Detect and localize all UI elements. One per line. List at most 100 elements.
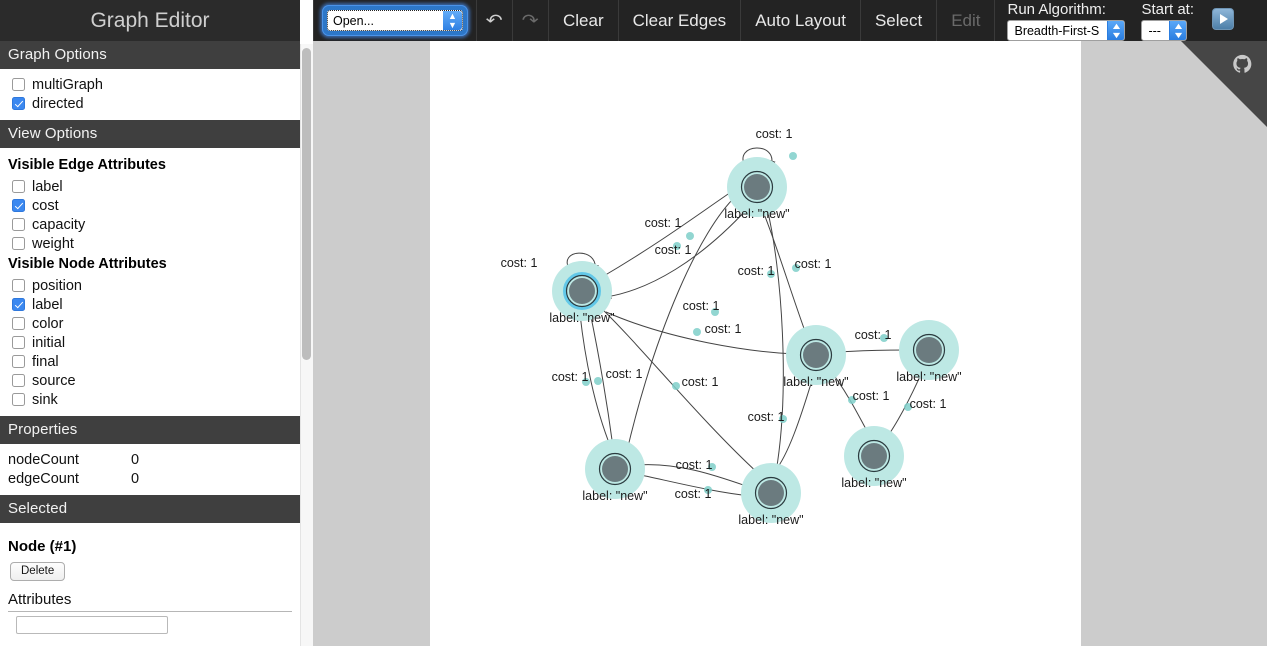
node-color-checkbox[interactable]: [12, 317, 25, 330]
checkbox-label-edge-capacity: capacity: [32, 216, 86, 233]
clear-button[interactable]: Clear: [549, 0, 619, 41]
node-label: label: "new": [738, 513, 803, 527]
run-algorithm-play-button[interactable]: [1212, 8, 1235, 30]
checkbox-label-multigraph: multiGraph: [32, 76, 103, 93]
edit-mode-button[interactable]: Edit: [937, 0, 996, 41]
undo-button[interactable]: ↶: [477, 0, 513, 41]
checkbox-row-edge-label[interactable]: label: [0, 177, 300, 196]
node-core[interactable]: [916, 337, 942, 363]
open-select-inner[interactable]: Open... ▲ ▼: [327, 10, 463, 31]
node-label: label: "new": [783, 375, 848, 389]
section-header-selected: Selected: [0, 495, 300, 523]
view-options-body: Visible Edge Attributes label cost capac…: [0, 148, 300, 416]
node-source-checkbox[interactable]: [12, 374, 25, 387]
github-corner-ribbon[interactable]: [1181, 41, 1267, 127]
node-final-checkbox[interactable]: [12, 355, 25, 368]
node-label-checkbox[interactable]: [12, 298, 25, 311]
node-core[interactable]: [758, 480, 784, 506]
open-file-select[interactable]: Open... ▲ ▼: [322, 5, 468, 36]
checkbox-row-node-label[interactable]: label: [0, 295, 300, 314]
start-at-group: Start at: --- ▲ ▼: [1141, 0, 1194, 41]
checkbox-label-node-position: position: [32, 277, 82, 294]
node-initial-checkbox[interactable]: [12, 336, 25, 349]
node-core[interactable]: [602, 456, 628, 482]
multigraph-checkbox[interactable]: [12, 78, 25, 91]
edge-label: cost: 1: [910, 397, 947, 411]
property-value-nodecount: 0: [131, 451, 140, 468]
open-select-cell: Open... ▲ ▼: [313, 0, 477, 41]
attribute-row[interactable]: [0, 612, 300, 634]
edge-label: cost: 1: [795, 257, 832, 271]
edge-label: cost: 1: [552, 370, 589, 384]
sidebar-scrollbar-thumb[interactable]: [302, 48, 311, 360]
github-corner-icon[interactable]: [1181, 41, 1267, 127]
section-header-view-options: View Options: [0, 120, 300, 148]
checkbox-label-node-label: label: [32, 296, 63, 313]
node-core[interactable]: [861, 443, 887, 469]
run-algorithm-group: Run Algorithm: Breadth-First-S ▲ ▼: [1007, 0, 1126, 41]
canvas-stage[interactable]: label: "new" label: "new" label: "new" labe…: [313, 41, 1267, 646]
open-select-value: Open...: [333, 13, 374, 28]
redo-button[interactable]: ↷: [513, 0, 549, 41]
edge-handle[interactable]: [789, 152, 797, 160]
edge-weight-checkbox[interactable]: [12, 237, 25, 250]
checkbox-row-edge-weight[interactable]: weight: [0, 234, 300, 253]
directed-checkbox[interactable]: [12, 97, 25, 110]
auto-layout-button[interactable]: Auto Layout: [741, 0, 861, 41]
graph-svg[interactable]: label: "new" label: "new" label: "new" labe…: [313, 41, 1267, 646]
node-label: label: "new": [724, 207, 789, 221]
property-key-edgecount: edgeCount: [8, 470, 79, 487]
checkbox-label-edge-weight: weight: [32, 235, 74, 252]
checkbox-row-multigraph[interactable]: multiGraph: [0, 75, 300, 94]
checkbox-row-edge-capacity[interactable]: capacity: [0, 215, 300, 234]
checkbox-label-node-final: final: [32, 353, 59, 370]
delete-button[interactable]: Delete: [10, 562, 66, 581]
clear-edges-button[interactable]: Clear Edges: [619, 0, 742, 41]
page-title: Graph Editor: [0, 0, 300, 41]
edge-handle[interactable]: [686, 232, 694, 240]
edge-line[interactable]: [837, 347, 909, 354]
edge-line[interactable]: [774, 376, 814, 472]
checkbox-row-edge-cost[interactable]: cost: [0, 196, 300, 215]
edge-label: cost: 1: [853, 389, 890, 403]
node-label: label: "new": [582, 489, 647, 503]
node-position-checkbox[interactable]: [12, 279, 25, 292]
section-header-graph-options: Graph Options: [0, 41, 300, 69]
node-core[interactable]: [803, 342, 829, 368]
select-mode-button[interactable]: Select: [861, 0, 938, 41]
edge-line[interactable]: [601, 189, 735, 278]
edge-line[interactable]: [765, 207, 784, 473]
edge-cost-checkbox[interactable]: [12, 199, 25, 212]
algorithm-select[interactable]: Breadth-First-S ▲ ▼: [1007, 20, 1126, 41]
edge-handle[interactable]: [693, 328, 701, 336]
checkbox-row-node-position[interactable]: position: [0, 276, 300, 295]
checkbox-label-edge-label: label: [32, 178, 63, 195]
checkbox-label-node-source: source: [32, 372, 76, 389]
graph-editor-app: Graph Editor Graph Options multiGraph di…: [0, 0, 1267, 646]
node-label: label: "new": [841, 476, 906, 490]
checkbox-row-node-color[interactable]: color: [0, 314, 300, 333]
attribute-value-input[interactable]: [16, 616, 168, 634]
run-algorithm-label: Run Algorithm:: [1007, 1, 1106, 18]
checkbox-row-node-final[interactable]: final: [0, 352, 300, 371]
edge-handle[interactable]: [594, 377, 602, 385]
algorithm-controls: Run Algorithm: Breadth-First-S ▲ ▼ Start …: [995, 0, 1244, 41]
attributes-heading: Attributes: [8, 591, 292, 612]
node-sink-checkbox[interactable]: [12, 393, 25, 406]
checkbox-row-node-source[interactable]: source: [0, 371, 300, 390]
node-label: label: "new": [549, 311, 614, 325]
start-node-select[interactable]: --- ▲ ▼: [1141, 20, 1188, 41]
start-at-label: Start at:: [1141, 1, 1195, 18]
edge-handle[interactable]: [672, 382, 680, 390]
sidebar: Graph Editor Graph Options multiGraph di…: [0, 0, 300, 646]
property-row-nodecount: nodeCount 0: [0, 450, 300, 469]
node-core[interactable]: [569, 278, 595, 304]
checkbox-row-node-initial[interactable]: initial: [0, 333, 300, 352]
edge-capacity-checkbox[interactable]: [12, 218, 25, 231]
property-row-edgecount: edgeCount 0: [0, 469, 300, 488]
checkbox-row-directed[interactable]: directed: [0, 94, 300, 113]
checkbox-row-node-sink[interactable]: sink: [0, 390, 300, 409]
toolbar: Open... ▲ ▼ ↶ ↷ Clear Clear Edges Auto La…: [313, 0, 1267, 41]
node-core[interactable]: [744, 174, 770, 200]
edge-label-checkbox[interactable]: [12, 180, 25, 193]
